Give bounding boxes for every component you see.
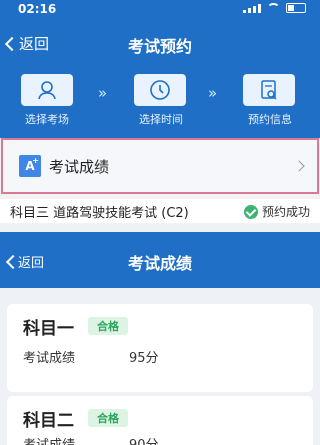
pass-badge: 合格 <box>88 317 128 335</box>
cellular-signal-icon <box>243 3 261 13</box>
result-card-subject-1[interactable]: 科目一 合格 考试成绩 95分 <box>7 304 313 392</box>
score-value: 95分 <box>129 350 159 366</box>
subject-name: 科目一 <box>23 318 74 339</box>
grade-entry-title: 考试成绩 <box>49 157 110 176</box>
grade-icon: A + <box>19 155 41 177</box>
step-label: 选择时间 <box>139 113 183 126</box>
double-chevron-icon: » <box>208 84 217 102</box>
step-select-time[interactable] <box>134 74 186 106</box>
status-time: 02:16 <box>18 2 57 16</box>
score-value: 90分 <box>129 437 159 445</box>
score-label: 考试成绩 <box>23 350 76 366</box>
document-search-icon <box>261 80 277 100</box>
double-chevron-icon: » <box>98 84 107 102</box>
battery-icon <box>286 3 306 13</box>
exam-title: 科目三 道路驾驶技能考试 (C2) <box>10 205 189 221</box>
score-label: 考试成绩 <box>23 437 76 445</box>
appointment-screen: 02:16 返回 考试预约 选择考场 » 选择时间 » 预约信息 A + 考试成… <box>0 0 320 225</box>
exam-results-screen: 返回 考试成绩 科目一 合格 考试成绩 95分 科目二 合格 考试成绩 90分 <box>0 232 320 445</box>
pass-badge: 合格 <box>88 409 128 427</box>
exam-grade-entry[interactable]: A + 考试成绩 <box>1 138 319 194</box>
status-icons <box>243 3 306 13</box>
person-icon <box>38 81 56 100</box>
page-title: 考试预约 <box>127 37 192 56</box>
top-nav: 返回 考试成绩 <box>0 232 320 288</box>
step-select-venue[interactable] <box>21 74 73 106</box>
exam-appointment-row[interactable]: 科目三 道路驾驶技能考试 (C2) 预约成功 <box>0 199 320 223</box>
check-circle-icon <box>243 204 258 219</box>
status-bar: 02:16 <box>0 0 320 20</box>
page-title: 考试成绩 <box>127 254 192 273</box>
subject-name: 科目二 <box>23 410 74 431</box>
result-card-subject-2[interactable]: 科目二 合格 考试成绩 90分 <box>7 396 313 445</box>
step-label: 选择考场 <box>25 113 69 126</box>
status-badge: 预约成功 <box>243 203 310 220</box>
step-appointment-info[interactable] <box>243 74 295 106</box>
status-text: 预约成功 <box>261 205 310 219</box>
step-label: 预约信息 <box>248 113 292 126</box>
clock-icon <box>150 80 170 100</box>
top-nav: 返回 考试预约 <box>0 20 320 66</box>
wifi-icon <box>267 3 280 13</box>
progress-steps: 选择考场 » 选择时间 » 预约信息 <box>0 66 320 138</box>
